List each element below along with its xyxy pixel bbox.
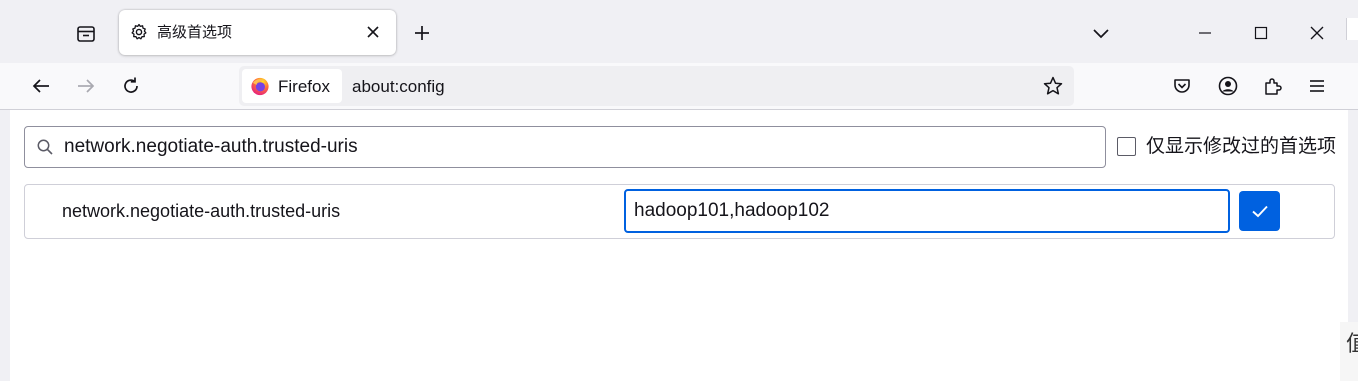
save-button[interactable] bbox=[1239, 191, 1280, 231]
close-tab-icon[interactable] bbox=[364, 23, 382, 41]
background-window-edge bbox=[1346, 18, 1358, 40]
gear-icon bbox=[131, 23, 147, 40]
firefox-view-icon bbox=[77, 26, 95, 42]
minimize-icon[interactable] bbox=[1194, 22, 1216, 44]
hamburger-menu-icon bbox=[1310, 80, 1324, 92]
maximize-icon[interactable] bbox=[1250, 22, 1272, 44]
background-window-glyph: 值 bbox=[1346, 332, 1358, 357]
search-icon bbox=[37, 139, 53, 155]
chevron-down-icon[interactable] bbox=[1090, 22, 1112, 44]
firefox-logo-icon bbox=[251, 77, 269, 96]
pocket-icon bbox=[1174, 79, 1190, 93]
arrow-right-icon bbox=[78, 79, 95, 93]
forward-button[interactable] bbox=[74, 74, 98, 98]
reload-button[interactable] bbox=[119, 74, 143, 98]
pref-value-input[interactable] bbox=[624, 189, 1230, 233]
account-icon bbox=[1218, 76, 1238, 96]
account-button[interactable] bbox=[1216, 74, 1240, 98]
show-modified-checkbox[interactable] bbox=[1117, 137, 1136, 156]
extensions-button[interactable] bbox=[1261, 74, 1285, 98]
show-modified-label: 仅显示修改过的首选项 bbox=[1146, 135, 1337, 157]
arrow-left-icon bbox=[32, 79, 49, 93]
back-button[interactable] bbox=[29, 74, 53, 98]
bookmark-star-icon[interactable] bbox=[1042, 75, 1064, 97]
identity-label: Firefox bbox=[278, 77, 330, 96]
puzzle-piece-icon bbox=[1265, 78, 1282, 95]
pref-name: network.negotiate-auth.trusted-uris bbox=[62, 201, 341, 221]
tab-title: 高级首选项 bbox=[157, 23, 233, 41]
tab-strip: 高级首选项 bbox=[0, 0, 1358, 63]
tab-advanced-preferences[interactable]: 高级首选项 bbox=[119, 10, 396, 55]
checkmark-icon bbox=[1251, 205, 1268, 218]
search-box[interactable] bbox=[24, 126, 1106, 168]
pocket-button[interactable] bbox=[1170, 74, 1194, 98]
url-bar[interactable]: Firefox about:config bbox=[239, 66, 1074, 106]
firefox-view-button[interactable] bbox=[72, 20, 100, 48]
close-icon[interactable] bbox=[1306, 22, 1328, 44]
pref-row: network.negotiate-auth.trusted-uris bbox=[24, 184, 1335, 239]
search-input[interactable] bbox=[64, 135, 1094, 159]
new-tab-icon[interactable] bbox=[411, 22, 433, 44]
app-menu-button[interactable] bbox=[1305, 74, 1329, 98]
navigation-toolbar: Firefox about:config bbox=[0, 63, 1358, 110]
about-config-page: 仅显示修改过的首选项 network.negotiate-auth.truste… bbox=[10, 110, 1348, 381]
reload-icon bbox=[124, 77, 138, 93]
identity-box[interactable]: Firefox bbox=[242, 69, 342, 103]
url-text[interactable]: about:config bbox=[352, 77, 445, 96]
